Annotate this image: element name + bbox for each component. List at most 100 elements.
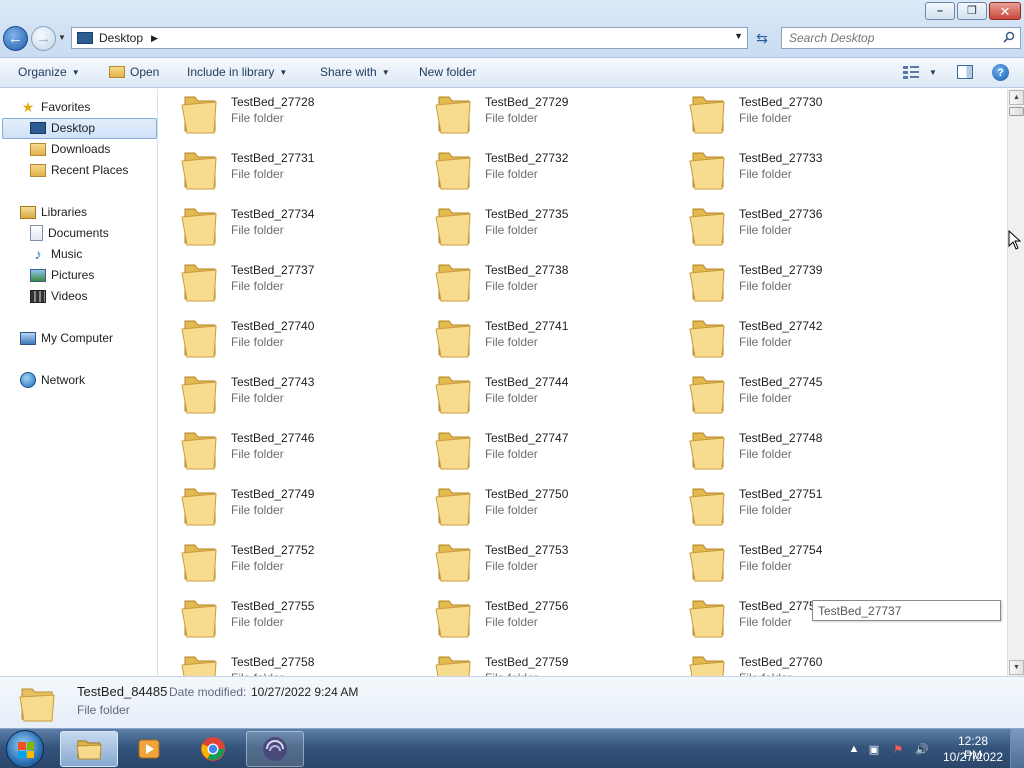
scroll-down-button[interactable]: ▼ — [1009, 660, 1024, 675]
nav-pictures[interactable]: Pictures — [30, 265, 94, 285]
folder-item[interactable]: TestBed_27741 File folder — [413, 313, 667, 369]
folder-item[interactable]: TestBed_27737 File folder — [159, 257, 413, 313]
folder-name: TestBed_27734 — [231, 207, 315, 221]
volume-icon[interactable]: 🔊 — [914, 741, 930, 757]
folder-item[interactable]: TestBed_27753 File folder — [413, 537, 667, 593]
folder-item[interactable]: TestBed_27740 File folder — [159, 313, 413, 369]
taskbar-explorer-button[interactable] — [60, 731, 118, 767]
nav-network[interactable]: Network — [20, 370, 85, 390]
folder-item[interactable]: TestBed_27730 File folder — [667, 89, 921, 145]
folder-item[interactable]: TestBed_27744 File folder — [413, 369, 667, 425]
minimize-button[interactable]: – — [925, 2, 955, 20]
help-button[interactable]: ? — [992, 64, 1009, 81]
back-button[interactable]: ← — [3, 26, 28, 51]
refresh-button[interactable]: ⇆ — [751, 27, 773, 49]
scrollbar-thumb[interactable] — [1009, 107, 1024, 116]
folder-name: TestBed_27760 — [739, 655, 823, 669]
folder-type: File folder — [231, 167, 284, 181]
folder-item[interactable]: TestBed_27735 File folder — [413, 201, 667, 257]
folder-item[interactable]: TestBed_27728 File folder — [159, 89, 413, 145]
taskbar-app-button[interactable] — [246, 731, 304, 767]
nav-music[interactable]: ♪ Music — [30, 244, 83, 264]
include-in-library-button[interactable]: Include in library ▼ — [187, 65, 287, 79]
folder-name: TestBed_27747 — [485, 431, 569, 445]
nav-recent-places[interactable]: Recent Places — [30, 160, 128, 180]
folder-item[interactable]: TestBed_27760File folder — [667, 649, 921, 676]
address-location[interactable]: Desktop — [99, 31, 143, 45]
recent-pages-button[interactable]: ▼ — [58, 33, 68, 43]
folder-item[interactable]: TestBed_27748 File folder — [667, 425, 921, 481]
navigation-pane: ★ Favorites Desktop Downloads Recent Plac… — [0, 89, 158, 676]
close-button[interactable]: ✕ — [989, 2, 1021, 20]
search-icon[interactable] — [1003, 31, 1015, 43]
organize-button[interactable]: Organize ▼ — [18, 65, 80, 79]
folder-item[interactable]: TestBed_27747 File folder — [413, 425, 667, 481]
breadcrumb-separator-icon[interactable]: ▶ — [151, 33, 158, 44]
folder-item[interactable]: TestBed_27759File folder — [413, 649, 667, 676]
folder-item[interactable]: TestBed_27732 File folder — [413, 145, 667, 201]
folder-item[interactable]: TestBed_27736 File folder — [667, 201, 921, 257]
folder-name: TestBed_27750 — [485, 487, 569, 501]
forward-button[interactable]: → — [31, 26, 56, 51]
folder-item[interactable]: TestBed_27758File folder — [159, 649, 413, 676]
folder-type: File folder — [231, 615, 284, 629]
nav-desktop[interactable]: Desktop — [30, 118, 95, 138]
folder-item[interactable]: TestBed_27756 File folder — [413, 593, 667, 649]
folder-icon — [181, 264, 217, 302]
clock-date[interactable]: 10/27/2022 — [942, 750, 1004, 764]
show-hidden-icons-button[interactable]: ▲ — [846, 741, 862, 757]
folder-type: File folder — [739, 615, 792, 629]
folder-item[interactable]: TestBed_27755 File folder — [159, 593, 413, 649]
share-with-button[interactable]: Share with ▼ — [320, 65, 390, 79]
vertical-scrollbar[interactable]: ▲ ▼ — [1007, 89, 1024, 676]
folder-icon — [181, 488, 217, 526]
folder-item[interactable]: TestBed_27743 File folder — [159, 369, 413, 425]
folder-item[interactable]: TestBed_27754 File folder — [667, 537, 921, 593]
start-button[interactable] — [6, 730, 44, 768]
folder-item[interactable]: TestBed_27749 File folder — [159, 481, 413, 537]
folder-item[interactable]: TestBed_27751 File folder — [667, 481, 921, 537]
preview-pane-button[interactable] — [957, 65, 973, 79]
nav-libraries[interactable]: Libraries — [20, 202, 87, 222]
scroll-up-button[interactable]: ▲ — [1009, 90, 1024, 105]
folder-item[interactable]: TestBed_27742 File folder — [667, 313, 921, 369]
nav-favorites[interactable]: ★ Favorites — [20, 97, 91, 117]
folder-item[interactable]: TestBed_27745 File folder — [667, 369, 921, 425]
folder-icon — [435, 320, 471, 358]
folder-item[interactable]: TestBed_27729 File folder — [413, 89, 667, 145]
network-tray-icon[interactable]: ▣ — [866, 741, 882, 757]
address-bar[interactable]: Desktop ▶ ▼ — [71, 27, 748, 49]
nav-downloads[interactable]: Downloads — [30, 139, 110, 159]
taskbar-chrome-button[interactable] — [184, 731, 242, 767]
new-folder-button[interactable]: New folder — [419, 65, 476, 79]
folder-item[interactable]: TestBed_27739 File folder — [667, 257, 921, 313]
action-center-icon[interactable]: ⚑ — [890, 741, 906, 757]
folder-item[interactable]: TestBed_27731 File folder — [159, 145, 413, 201]
nav-videos[interactable]: Videos — [30, 286, 87, 306]
folder-icon — [435, 656, 471, 676]
folder-type: File folder — [485, 167, 538, 181]
folder-type: File folder — [231, 503, 284, 517]
chevron-up-icon: ▲ — [848, 743, 860, 755]
folder-item[interactable]: TestBed_27738 File folder — [413, 257, 667, 313]
taskbar-media-player-button[interactable] — [120, 731, 178, 767]
share-with-label: Share with — [320, 65, 377, 79]
folder-icon — [435, 152, 471, 190]
folder-icon — [689, 488, 725, 526]
folder-item[interactable]: TestBed_27750 File folder — [413, 481, 667, 537]
search-input[interactable] — [789, 31, 989, 45]
folder-item[interactable]: TestBed_27746 File folder — [159, 425, 413, 481]
search-box[interactable] — [781, 27, 1021, 49]
change-view-button[interactable]: ▼ — [902, 65, 937, 79]
folder-name: TestBed_27755 — [231, 599, 315, 613]
open-button[interactable]: Open — [109, 65, 159, 79]
show-desktop-button[interactable] — [1010, 729, 1024, 768]
nav-my-computer[interactable]: My Computer — [20, 328, 113, 348]
nav-documents[interactable]: Documents — [30, 223, 109, 243]
address-dropdown-icon[interactable]: ▼ — [734, 31, 743, 41]
folder-icon — [181, 432, 217, 470]
folder-item[interactable]: TestBed_27734 File folder — [159, 201, 413, 257]
maximize-button[interactable]: ❐ — [957, 2, 987, 20]
folder-item[interactable]: TestBed_27733 File folder — [667, 145, 921, 201]
folder-item[interactable]: TestBed_27752 File folder — [159, 537, 413, 593]
